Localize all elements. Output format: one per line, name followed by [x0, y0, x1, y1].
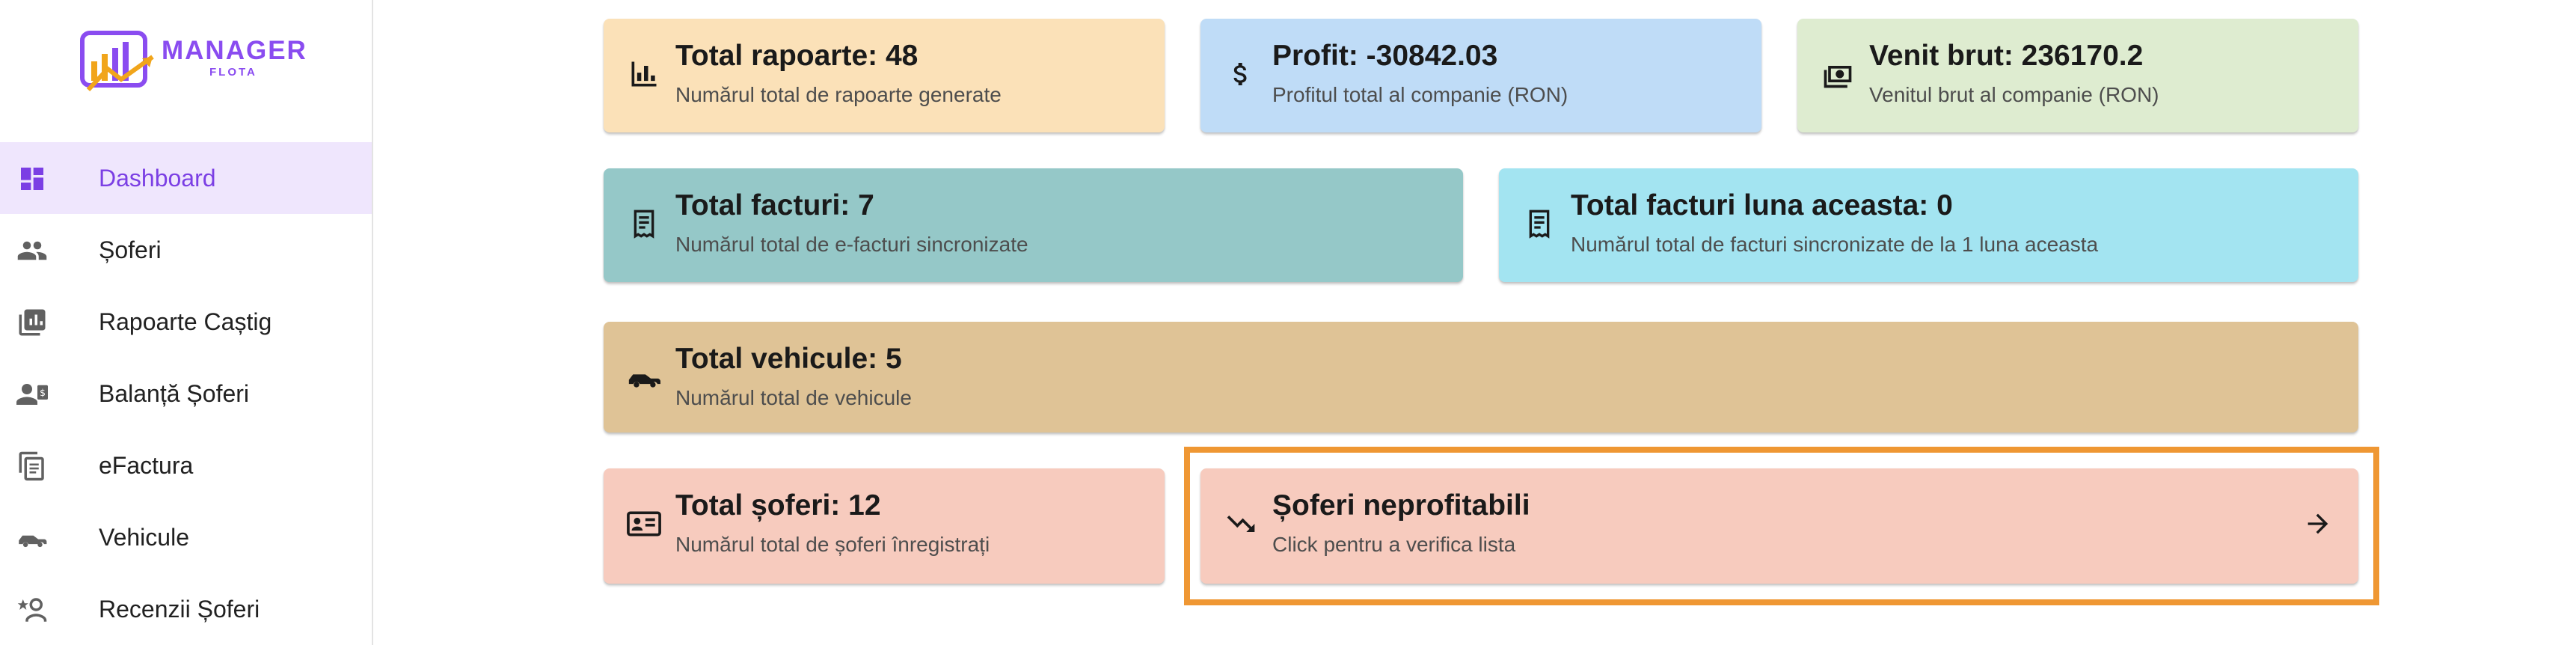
- card-soferi-neprofitabili[interactable]: Șoferi neprofitabili Click pentru a veri…: [1200, 468, 2358, 584]
- sidebar-item-rapoarte[interactable]: Rapoarte Caștig: [0, 286, 372, 358]
- sidebar-nav: Dashboard Șoferi Rapoarte Caștig $ Balan…: [0, 142, 372, 645]
- id-card-icon: [626, 506, 662, 542]
- card-title: Venit brut: 236170.2: [1869, 40, 2144, 72]
- car-icon: [626, 359, 662, 395]
- card-subtitle: Numărul total de șoferi înregistrați: [675, 533, 990, 556]
- card-total-vehicule[interactable]: Total vehicule: 5 Numărul total de vehic…: [604, 322, 2358, 432]
- card-subtitle: Numărul total de facturi sincronizate de…: [1571, 233, 2099, 256]
- sidebar-item-efactura[interactable]: eFactura: [0, 430, 372, 501]
- sidebar-item-vehicule[interactable]: Vehicule: [0, 501, 372, 573]
- card-title: Total facturi luna aceasta: 0: [1571, 189, 1953, 221]
- sidebar-item-dashboard[interactable]: Dashboard: [0, 142, 372, 214]
- bar-chart-icon: [626, 56, 662, 92]
- svg-text:$: $: [40, 388, 46, 398]
- sidebar: MANAGER FLOTA Dashboard Șoferi Rapoarte …: [0, 0, 373, 645]
- dollar-icon: [1223, 56, 1259, 92]
- card-subtitle: Numărul total de rapoarte generate: [675, 83, 1002, 106]
- sidebar-item-label: eFactura: [99, 451, 194, 479]
- card-subtitle: Numărul total de vehicule: [675, 386, 912, 409]
- sidebar-item-label: Vehicule: [99, 523, 189, 551]
- card-title: Total vehicule: 5: [675, 343, 902, 375]
- sidebar-item-label: Recenzii Șoferi: [99, 595, 260, 623]
- card-title: Total rapoarte: 48: [675, 40, 919, 72]
- card-subtitle: Numărul total de e-facturi sincronizate: [675, 233, 1028, 256]
- money-icon: [1820, 56, 1856, 92]
- sidebar-item-balanta[interactable]: $ Balanță Șoferi: [0, 358, 372, 430]
- card-facturi-luna[interactable]: Total facturi luna aceasta: 0 Numărul to…: [1499, 168, 2358, 282]
- card-profit[interactable]: Profit: -30842.03 Profitul total al comp…: [1200, 19, 1761, 132]
- sidebar-item-soferi[interactable]: Șoferi: [0, 214, 372, 286]
- card-subtitle: Venitul brut al companie (RON): [1869, 83, 2159, 106]
- card-title: Total facturi: 7: [675, 189, 874, 221]
- reports-icon: [16, 307, 48, 338]
- arrow-right-icon[interactable]: [2300, 506, 2336, 542]
- sidebar-item-label: Balanță Șoferi: [99, 379, 250, 407]
- card-subtitle: Profitul total al companie (RON): [1272, 83, 1568, 106]
- dashboard-icon: [16, 163, 48, 195]
- sidebar-item-label: Dashboard: [99, 164, 216, 192]
- card-subtitle: Click pentru a verifica lista: [1272, 533, 1516, 556]
- document-icon: [16, 450, 48, 482]
- logo-text: MANAGER: [162, 36, 307, 65]
- card-title: Șoferi neprofitabili: [1272, 489, 1530, 522]
- card-total-facturi[interactable]: Total facturi: 7 Numărul total de e-fact…: [604, 168, 1463, 282]
- card-total-soferi[interactable]: Total șoferi: 12 Numărul total de șoferi…: [604, 468, 1165, 584]
- trending-down-icon: [1223, 506, 1259, 542]
- people-icon: [16, 235, 48, 266]
- card-title: Total șoferi: 12: [675, 489, 881, 522]
- sidebar-item-label: Șoferi: [99, 236, 162, 263]
- sidebar-item-recenzii[interactable]: Recenzii Șoferi: [0, 573, 372, 645]
- receipt-icon: [1521, 206, 1557, 242]
- app-logo[interactable]: MANAGER FLOTA: [78, 25, 306, 100]
- logo-chart-icon: [80, 31, 154, 92]
- card-venit-brut[interactable]: Venit brut: 236170.2 Venitul brut al com…: [1797, 19, 2358, 132]
- card-total-rapoarte[interactable]: Total rapoarte: 48 Numărul total de rapo…: [604, 19, 1165, 132]
- driver-review-icon: [16, 594, 48, 626]
- car-icon: [16, 522, 48, 554]
- logo-subtext: FLOTA: [209, 66, 257, 79]
- card-title: Profit: -30842.03: [1272, 40, 1498, 72]
- driver-balance-icon: $: [16, 379, 48, 410]
- receipt-icon: [626, 206, 662, 242]
- sidebar-item-label: Rapoarte Caștig: [99, 308, 272, 335]
